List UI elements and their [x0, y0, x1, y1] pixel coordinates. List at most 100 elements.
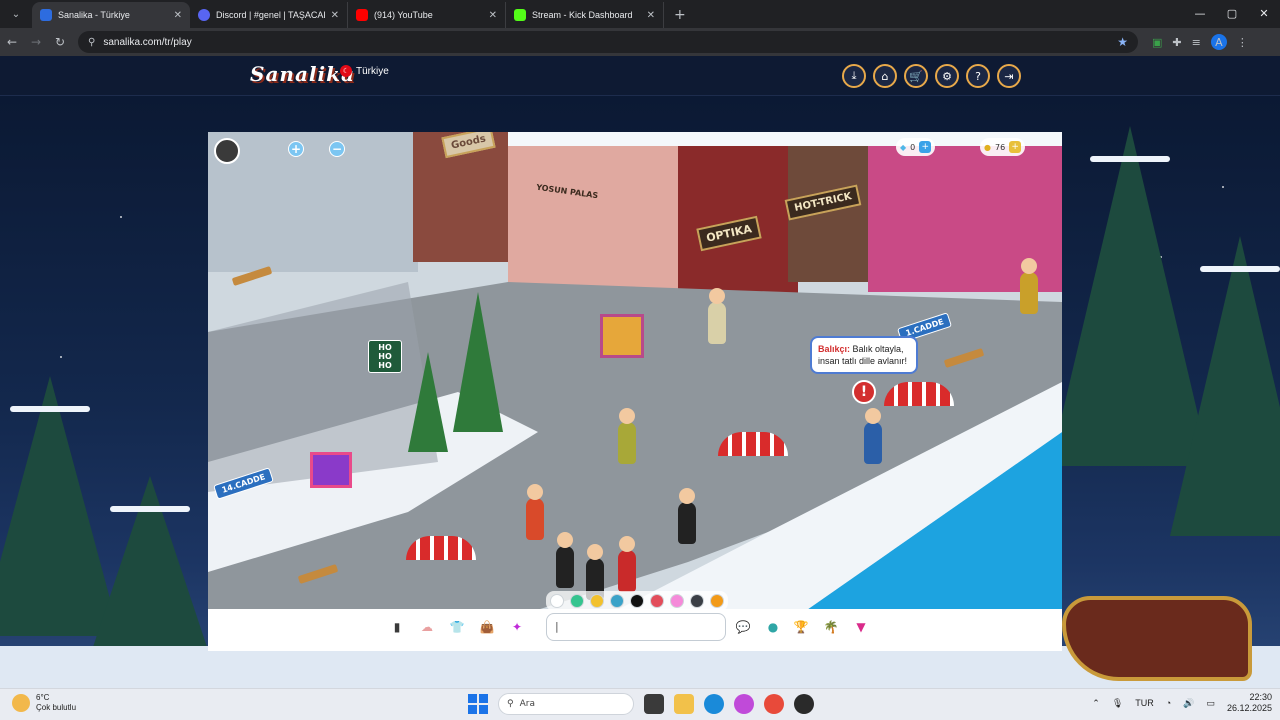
shop-button[interactable]: 🛒	[904, 64, 928, 88]
purple-gift-box[interactable]	[310, 452, 352, 488]
diamond-icon: ◆	[900, 142, 907, 152]
quest-alert-icon[interactable]: !	[852, 380, 876, 404]
home-button[interactable]: ⌂	[873, 64, 897, 88]
island-icon[interactable]: 🌴	[820, 616, 842, 638]
file-explorer-icon[interactable]	[674, 694, 694, 714]
site-info-icon[interactable]: ⚲	[88, 37, 95, 48]
mic-icon[interactable]: 🎙	[1112, 698, 1123, 709]
edge-icon[interactable]	[704, 694, 724, 714]
search-icon: ⚲	[507, 699, 514, 709]
chat-bubble-icon[interactable]: 💬	[732, 616, 754, 638]
color-swatch-yellow[interactable]	[590, 594, 604, 608]
weather-widget[interactable]: 6°C Çok bulutlu	[12, 693, 76, 713]
forward-button[interactable]: →	[24, 35, 48, 49]
tab-title: Discord | #genel | TAŞACAK	[216, 10, 325, 20]
settings-button[interactable]: ⚙	[935, 64, 959, 88]
color-swatch-orange[interactable]	[710, 594, 724, 608]
url-text: sanalika.com/tr/play	[103, 36, 192, 48]
color-swatch-white[interactable]	[550, 594, 564, 608]
tab-sanalika[interactable]: Sanalika - Türkiye ✕	[32, 2, 190, 28]
tab-close-icon[interactable]: ✕	[647, 10, 655, 21]
game-canvas[interactable]: + − ◆ 0 + ● 76 + OPTIKA HOT-TRICK Goods …	[208, 132, 1062, 651]
menu-dots-icon[interactable]: ⋮	[1237, 36, 1248, 49]
media-icon[interactable]: ≡	[1192, 36, 1201, 49]
tab-title: Sanalika - Türkiye	[58, 10, 130, 20]
zoom-out-button[interactable]: −	[329, 141, 345, 157]
clothes-icon[interactable]: 👕	[446, 616, 468, 638]
bookmark-star-icon[interactable]: ★	[1117, 35, 1128, 49]
help-button[interactable]: ?	[966, 64, 990, 88]
taskbar-search[interactable]: ⚲ Ara	[498, 693, 634, 715]
dance-icon[interactable]: ✦	[506, 616, 528, 638]
diamond-value: 0	[910, 142, 916, 152]
tab-search-button[interactable]: ⌄	[4, 2, 28, 26]
npc-speech-bubble: Balıkçı: Balık oltayla, insan tatlı dill…	[810, 336, 918, 374]
npc-fisherman[interactable]	[864, 408, 882, 464]
giant-gift-box[interactable]	[600, 314, 644, 358]
zoom-in-button[interactable]: +	[288, 141, 304, 157]
tab-title: Stream - Kick Dashboard	[532, 10, 633, 20]
player-character[interactable]	[618, 536, 636, 592]
player-character[interactable]	[1020, 258, 1038, 314]
youtube-favicon-icon	[356, 9, 368, 21]
profile-avatar[interactable]: A	[1210, 34, 1227, 50]
color-swatch-gray[interactable]	[690, 594, 704, 608]
task-view-icon[interactable]	[644, 694, 664, 714]
tray-overflow-icon[interactable]: ⌃	[1092, 698, 1100, 709]
phone-icon[interactable]: ▮	[386, 616, 408, 638]
color-swatch-pink[interactable]	[670, 594, 684, 608]
player-avatar-icon[interactable]	[214, 138, 240, 164]
player-character[interactable]	[618, 408, 636, 464]
add-coins-button[interactable]: +	[1009, 141, 1022, 153]
menu-arrow-icon[interactable]: ▼	[850, 616, 872, 638]
bag-icon[interactable]: 👜	[476, 616, 498, 638]
windows-start-icon[interactable]	[468, 694, 488, 714]
pet-icon[interactable]: ●	[762, 616, 784, 638]
add-diamonds-button[interactable]: +	[919, 141, 932, 153]
chat-input[interactable]: |	[546, 613, 726, 641]
wifi-icon[interactable]: ◔	[1166, 698, 1171, 708]
tab-kick[interactable]: Stream - Kick Dashboard ✕	[506, 2, 664, 28]
player-character[interactable]	[708, 288, 726, 344]
color-swatch-teal[interactable]	[610, 594, 624, 608]
tab-close-icon[interactable]: ✕	[489, 10, 497, 21]
maximize-button[interactable]: ▢	[1216, 0, 1248, 28]
chrome-icon[interactable]	[764, 694, 784, 714]
player-character[interactable]	[556, 532, 574, 588]
snow-roof	[508, 132, 1062, 146]
new-tab-button[interactable]: +	[664, 2, 696, 28]
close-window-button[interactable]: ✕	[1248, 0, 1280, 28]
trophy-icon[interactable]: 🏆	[790, 616, 812, 638]
copilot-icon[interactable]	[734, 694, 754, 714]
tab-close-icon[interactable]: ✕	[174, 10, 182, 21]
taskbar-clock[interactable]: 22:30 26.12.2025	[1227, 692, 1272, 714]
tab-youtube[interactable]: (914) YouTube ✕	[348, 2, 506, 28]
search-placeholder: Ara	[519, 699, 535, 709]
tab-discord[interactable]: Discord | #genel | TAŞACAK ✕	[190, 2, 348, 28]
minimize-button[interactable]: —	[1184, 0, 1216, 28]
speech-speaker: Balıkçı:	[818, 344, 851, 354]
discord-favicon-icon	[198, 9, 210, 21]
diamond-counter: ◆ 0 +	[896, 138, 936, 156]
site-header: Sanalika ☾ Türkiye ⤓ ⌂ 🛒 ⚙ ? ⇥	[0, 56, 1280, 96]
color-swatch-red[interactable]	[650, 594, 664, 608]
friends-icon[interactable]: ☁	[416, 616, 438, 638]
battery-icon[interactable]: ▭	[1206, 698, 1215, 709]
color-swatch-green[interactable]	[570, 594, 584, 608]
obs-icon[interactable]	[794, 694, 814, 714]
tab-close-icon[interactable]: ✕	[331, 10, 339, 21]
color-swatch-black[interactable]	[630, 594, 644, 608]
page-content: Sanalika ☾ Türkiye ⤓ ⌂ 🛒 ⚙ ? ⇥ + − ◆ 0 +…	[0, 56, 1280, 688]
puzzle-icon[interactable]: ✚	[1172, 36, 1181, 49]
extension-icon[interactable]: ▣	[1152, 36, 1162, 49]
language-indicator[interactable]: TUR	[1135, 698, 1154, 708]
address-bar[interactable]: ⚲ sanalika.com/tr/play ★	[78, 31, 1138, 53]
back-button[interactable]: ←	[0, 35, 24, 49]
reload-button[interactable]: ↻	[48, 35, 72, 49]
player-character[interactable]	[678, 488, 696, 544]
download-button[interactable]: ⤓	[842, 64, 866, 88]
logout-button[interactable]: ⇥	[997, 64, 1021, 88]
player-character[interactable]	[526, 484, 544, 540]
volume-icon[interactable]: 🔊	[1183, 698, 1194, 709]
region-selector[interactable]: ☾ Türkiye	[340, 65, 389, 77]
